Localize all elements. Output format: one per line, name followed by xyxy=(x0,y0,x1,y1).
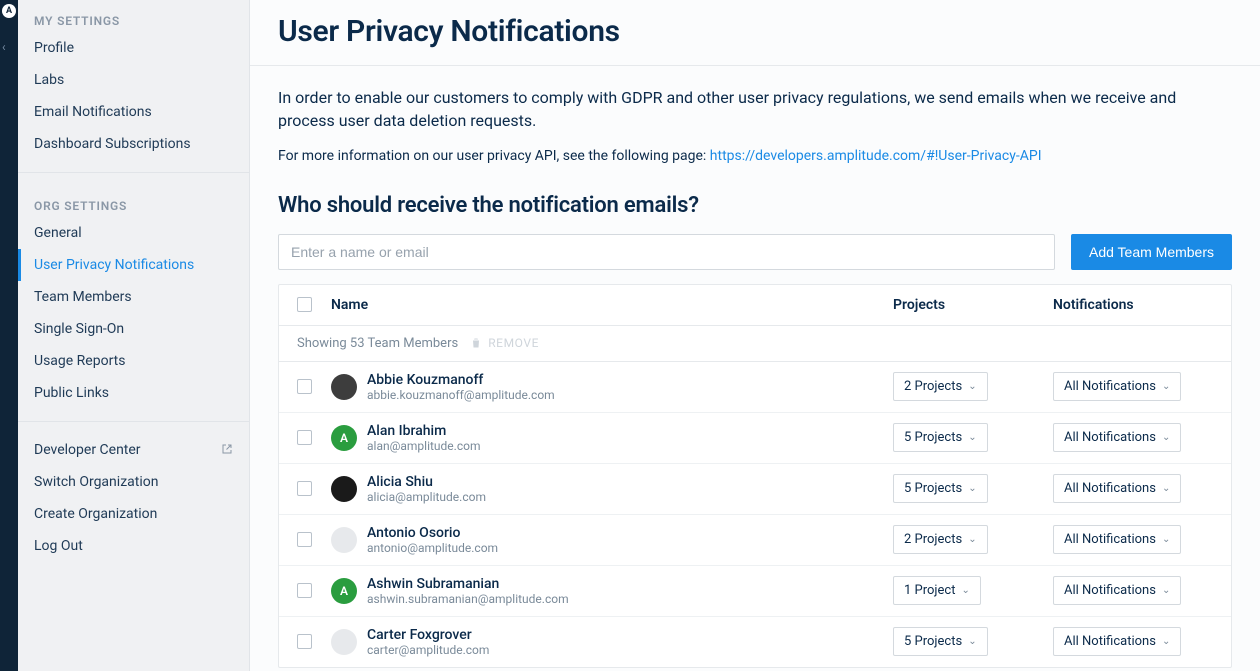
chevron-down-icon: ⌄ xyxy=(1162,585,1170,596)
intro-block: In order to enable our customers to comp… xyxy=(250,66,1260,179)
sidebar-item[interactable]: Public Links xyxy=(18,377,249,409)
recipients-subheading: Who should receive the notification emai… xyxy=(250,179,1260,228)
settings-sidebar: MY SETTINGS ProfileLabsEmail Notificatio… xyxy=(18,0,250,671)
chevron-down-icon: ⌄ xyxy=(968,381,976,392)
member-name: Antonio Osorio xyxy=(367,525,498,541)
projects-dropdown[interactable]: 1 Project⌄ xyxy=(893,576,981,605)
chevron-down-icon: ⌄ xyxy=(1162,483,1170,494)
sidebar-item[interactable]: Dashboard Subscriptions xyxy=(18,128,249,160)
collapse-rail-chevron-icon[interactable]: ‹ xyxy=(2,40,6,54)
member-name: Carter Foxgrover xyxy=(367,627,489,643)
member-name: Alicia Shiu xyxy=(367,474,486,490)
sidebar-item[interactable]: Developer Center xyxy=(18,434,249,466)
app-rail: A ‹ xyxy=(0,0,18,671)
chevron-down-icon: ⌄ xyxy=(968,432,976,443)
showing-count: Showing 53 Team Members xyxy=(297,336,458,351)
member-name: Alan Ibrahim xyxy=(367,423,480,439)
member-email: alan@amplitude.com xyxy=(367,439,480,453)
table-row: Abbie Kouzmanoffabbie.kouzmanoff@amplitu… xyxy=(279,362,1231,413)
projects-dropdown[interactable]: 2 Projects⌄ xyxy=(893,525,988,554)
row-checkbox[interactable] xyxy=(297,583,312,598)
row-checkbox[interactable] xyxy=(297,430,312,445)
col-header-notifications: Notifications xyxy=(1053,297,1213,313)
chevron-down-icon: ⌄ xyxy=(1162,381,1170,392)
my-settings-heading: MY SETTINGS xyxy=(18,0,249,32)
chevron-down-icon: ⌄ xyxy=(968,534,976,545)
sidebar-item[interactable]: User Privacy Notifications xyxy=(18,249,249,281)
avatar xyxy=(331,629,357,655)
brand-logo-icon: A xyxy=(2,4,16,18)
page-title: User Privacy Notifications xyxy=(250,0,1260,66)
notifications-dropdown[interactable]: All Notifications⌄ xyxy=(1053,474,1181,503)
members-table: Name Projects Notifications Showing 53 T… xyxy=(278,284,1232,668)
avatar: A xyxy=(331,578,357,604)
chevron-down-icon: ⌄ xyxy=(1162,432,1170,443)
member-name: Ashwin Subramanian xyxy=(367,576,569,592)
external-link-icon xyxy=(221,443,233,458)
chevron-down-icon: ⌄ xyxy=(1162,534,1170,545)
member-email: abbie.kouzmanoff@amplitude.com xyxy=(367,388,555,402)
sidebar-item[interactable]: Create Organization xyxy=(18,498,249,530)
notifications-dropdown[interactable]: All Notifications⌄ xyxy=(1053,627,1181,656)
avatar: A xyxy=(331,425,357,451)
trash-icon xyxy=(470,337,482,349)
member-email: carter@amplitude.com xyxy=(367,643,489,657)
projects-dropdown[interactable]: 2 Projects⌄ xyxy=(893,372,988,401)
chevron-down-icon: ⌄ xyxy=(968,636,976,647)
sidebar-item[interactable]: Labs xyxy=(18,64,249,96)
member-email: alicia@amplitude.com xyxy=(367,490,486,504)
chevron-down-icon: ⌄ xyxy=(962,585,970,596)
add-member-row: Add Team Members xyxy=(250,228,1260,284)
chevron-down-icon: ⌄ xyxy=(1162,636,1170,647)
member-email: antonio@amplitude.com xyxy=(367,541,498,555)
main-content: User Privacy Notifications In order to e… xyxy=(250,0,1260,671)
remove-button[interactable]: REMOVE xyxy=(470,336,539,350)
table-row: Alicia Shiualicia@amplitude.com 5 Project… xyxy=(279,464,1231,515)
sidebar-item[interactable]: Log Out xyxy=(18,530,249,562)
sidebar-item[interactable]: Email Notifications xyxy=(18,96,249,128)
sidebar-divider xyxy=(18,421,249,422)
notifications-dropdown[interactable]: All Notifications⌄ xyxy=(1053,576,1181,605)
intro-text: In order to enable our customers to comp… xyxy=(278,86,1232,132)
table-header-row: Name Projects Notifications xyxy=(279,285,1231,326)
avatar xyxy=(331,527,357,553)
chevron-down-icon: ⌄ xyxy=(968,483,976,494)
row-checkbox[interactable] xyxy=(297,532,312,547)
add-team-members-button[interactable]: Add Team Members xyxy=(1071,234,1232,270)
notifications-dropdown[interactable]: All Notifications⌄ xyxy=(1053,525,1181,554)
sidebar-item[interactable]: Profile xyxy=(18,32,249,64)
member-name: Abbie Kouzmanoff xyxy=(367,372,555,388)
table-row: Carter Foxgrovercarter@amplitude.com 5 Pr… xyxy=(279,617,1231,667)
col-header-projects: Projects xyxy=(893,297,1053,313)
row-checkbox[interactable] xyxy=(297,379,312,394)
table-row: A Ashwin Subramanianashwin.subramanian@am… xyxy=(279,566,1231,617)
member-search-input[interactable] xyxy=(278,234,1055,270)
sidebar-item[interactable]: Switch Organization xyxy=(18,466,249,498)
org-settings-heading: ORG SETTINGS xyxy=(18,185,249,217)
table-row: A Alan Ibrahimalan@amplitude.com 5 Project… xyxy=(279,413,1231,464)
notifications-dropdown[interactable]: All Notifications⌄ xyxy=(1053,423,1181,452)
avatar xyxy=(331,374,357,400)
projects-dropdown[interactable]: 5 Projects⌄ xyxy=(893,627,988,656)
more-info-text: For more information on our user privacy… xyxy=(278,146,1232,166)
avatar xyxy=(331,476,357,502)
table-summary-row: Showing 53 Team Members REMOVE xyxy=(279,326,1231,362)
col-header-name: Name xyxy=(331,297,893,313)
privacy-api-link[interactable]: https://developers.amplitude.com/#!User-… xyxy=(710,148,1042,164)
sidebar-item[interactable]: Team Members xyxy=(18,281,249,313)
row-checkbox[interactable] xyxy=(297,481,312,496)
sidebar-item[interactable]: General xyxy=(18,217,249,249)
table-row: Antonio Osorioantonio@amplitude.com 2 Pro… xyxy=(279,515,1231,566)
projects-dropdown[interactable]: 5 Projects⌄ xyxy=(893,423,988,452)
projects-dropdown[interactable]: 5 Projects⌄ xyxy=(893,474,988,503)
select-all-checkbox[interactable] xyxy=(297,297,312,312)
member-email: ashwin.subramanian@amplitude.com xyxy=(367,592,569,606)
sidebar-divider xyxy=(18,172,249,173)
notifications-dropdown[interactable]: All Notifications⌄ xyxy=(1053,372,1181,401)
row-checkbox[interactable] xyxy=(297,634,312,649)
sidebar-item[interactable]: Single Sign-On xyxy=(18,313,249,345)
sidebar-item[interactable]: Usage Reports xyxy=(18,345,249,377)
